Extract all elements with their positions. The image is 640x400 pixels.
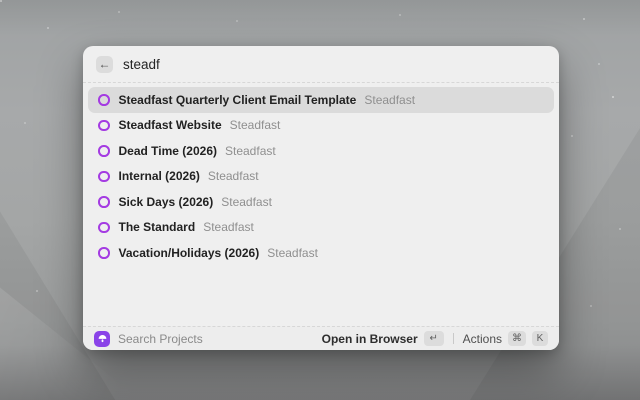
actions-button[interactable]: Actions <box>463 332 502 346</box>
result-row[interactable]: Dead Time (2026) Steadfast <box>88 138 554 164</box>
project-ring-icon <box>98 222 110 234</box>
result-subtitle: Steadfast <box>203 220 254 234</box>
result-subtitle: Steadfast <box>364 93 415 107</box>
result-row[interactable]: Vacation/Holidays (2026) Steadfast <box>88 240 554 266</box>
project-ring-icon <box>98 120 110 132</box>
app-icon <box>94 331 110 347</box>
result-subtitle: Steadfast <box>225 144 276 158</box>
k-key-icon: K <box>532 331 548 346</box>
result-row[interactable]: Steadfast Quarterly Client Email Templat… <box>88 87 554 113</box>
result-title: Steadfast Quarterly Client Email Templat… <box>119 93 357 107</box>
result-row[interactable]: Sick Days (2026) Steadfast <box>88 189 554 215</box>
mushroom-icon <box>97 333 108 344</box>
result-subtitle: Steadfast <box>208 169 259 183</box>
footer-bar: Search Projects Open in Browser ↵ Action… <box>83 326 559 350</box>
search-input[interactable] <box>123 57 546 72</box>
launcher-window: ← Steadfast Quarterly Client Email Templ… <box>83 46 559 350</box>
return-key-icon: ↵ <box>424 331 444 346</box>
result-subtitle: Steadfast <box>221 195 272 209</box>
wallpaper-vignette-bottom <box>0 345 640 400</box>
search-header: ← <box>83 46 559 83</box>
extension-label: Search Projects <box>118 332 203 346</box>
result-title: Dead Time (2026) <box>119 144 218 158</box>
back-arrow-icon: ← <box>99 58 111 70</box>
project-ring-icon <box>98 196 110 208</box>
project-ring-icon <box>98 171 110 183</box>
footer-divider <box>453 333 454 344</box>
wallpaper-vignette-top <box>0 0 640 36</box>
result-title: Internal (2026) <box>119 169 200 183</box>
command-key-icon: ⌘ <box>508 331 526 346</box>
back-button[interactable]: ← <box>96 56 113 73</box>
result-row[interactable]: Steadfast Website Steadfast <box>88 113 554 139</box>
project-ring-icon <box>98 247 110 259</box>
result-subtitle: Steadfast <box>267 246 318 260</box>
result-row[interactable]: Internal (2026) Steadfast <box>88 164 554 190</box>
project-ring-icon <box>98 94 110 106</box>
result-row[interactable]: The Standard Steadfast <box>88 215 554 241</box>
result-title: Vacation/Holidays (2026) <box>119 246 260 260</box>
open-in-browser-button[interactable]: Open in Browser <box>322 332 418 346</box>
result-title: The Standard <box>119 220 196 234</box>
desktop-wallpaper: ← Steadfast Quarterly Client Email Templ… <box>0 0 640 400</box>
project-ring-icon <box>98 145 110 157</box>
result-subtitle: Steadfast <box>230 118 281 132</box>
results-list: Steadfast Quarterly Client Email Templat… <box>83 83 559 326</box>
result-title: Steadfast Website <box>119 118 222 132</box>
result-title: Sick Days (2026) <box>119 195 214 209</box>
